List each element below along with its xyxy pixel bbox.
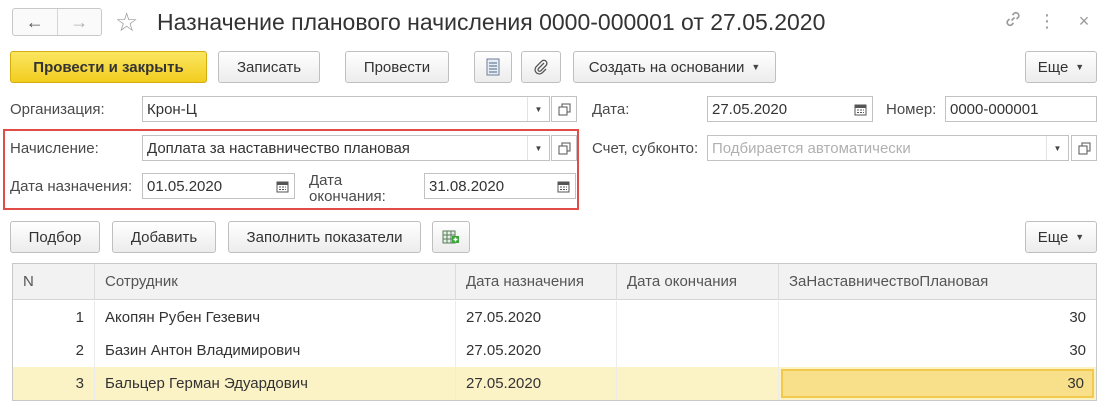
dropdown-arrow-icon[interactable]: ▼ xyxy=(527,97,549,121)
row-number: 3 xyxy=(13,367,95,400)
forward-button[interactable]: → xyxy=(56,9,102,35)
post-button[interactable]: Провести xyxy=(345,51,449,83)
create-based-on-label: Создать на основании xyxy=(588,58,745,76)
start-date-cell[interactable]: 27.05.2020 xyxy=(456,301,617,334)
document-list-icon xyxy=(486,58,500,76)
start-date-cell[interactable]: 27.05.2020 xyxy=(456,334,617,367)
table-row[interactable]: 1 Акопян Рубен Гезевич 27.05.2020 30 xyxy=(13,301,1096,334)
employee-cell[interactable]: Акопян Рубен Гезевич xyxy=(95,301,456,334)
open-organization-button[interactable] xyxy=(551,96,577,122)
employees-table: N Сотрудник Дата назначения Дата окончан… xyxy=(12,263,1097,401)
start-date-label: Дата назначения: xyxy=(10,178,133,195)
row-number: 2 xyxy=(13,334,95,367)
dropdown-arrow-icon[interactable]: ▼ xyxy=(1046,136,1068,160)
table-more-button[interactable]: Еще ▼ xyxy=(1025,221,1097,253)
attach-button[interactable] xyxy=(521,51,561,83)
page-title: Назначение планового начисления 0000-000… xyxy=(157,9,826,35)
more-button[interactable]: Еще ▼ xyxy=(1025,51,1097,83)
start-date-cell[interactable]: 27.05.2020 xyxy=(456,367,617,400)
end-date-label-line2: окончания: xyxy=(309,188,386,205)
column-header-start-date[interactable]: Дата назначения xyxy=(456,264,617,299)
end-date-field[interactable]: 31.08.2020 xyxy=(424,173,576,199)
chevron-down-icon: ▼ xyxy=(1075,232,1085,242)
calendar-icon[interactable] xyxy=(848,97,872,121)
start-date-field[interactable]: 01.05.2020 xyxy=(142,173,295,199)
end-date-label-line1: Дата xyxy=(309,172,343,189)
account-placeholder: Подбирается автоматически xyxy=(712,139,911,157)
create-based-on-button[interactable]: Создать на основании ▼ xyxy=(573,51,776,83)
table-add-icon xyxy=(442,230,459,244)
table-row-selected[interactable]: 3 Бальцер Герман Эдуардович 27.05.2020 3… xyxy=(13,367,1096,400)
number-label: Номер: xyxy=(886,101,937,118)
close-icon[interactable]: × xyxy=(1073,10,1095,32)
employee-cell[interactable]: Бальцер Герман Эдуардович xyxy=(95,367,456,400)
chevron-down-icon: ▼ xyxy=(751,62,761,72)
column-header-n[interactable]: N xyxy=(13,264,95,299)
start-date-value: 01.05.2020 xyxy=(147,177,223,195)
account-field[interactable]: Подбирается автоматически ▼ xyxy=(707,135,1069,161)
end-date-cell[interactable] xyxy=(617,301,779,334)
table-row[interactable]: 2 Базин Антон Владимирович 27.05.2020 30 xyxy=(13,334,1096,367)
calendar-icon[interactable] xyxy=(551,174,575,198)
account-label: Счет, субконто: xyxy=(592,140,699,157)
number-value: 0000-000001 xyxy=(950,100,1039,118)
arrow-right-icon: → xyxy=(70,11,89,32)
table-header: N Сотрудник Дата назначения Дата окончан… xyxy=(13,264,1096,300)
back-button[interactable]: ← xyxy=(13,9,57,35)
save-button[interactable]: Записать xyxy=(218,51,320,83)
accrual-label: Начисление: xyxy=(10,140,99,157)
open-window-icon xyxy=(558,103,570,115)
table-more-label: Еще xyxy=(1037,228,1069,246)
row-number: 1 xyxy=(13,301,95,334)
accrual-field[interactable]: Доплата за наставничество плановая ▼ xyxy=(142,135,550,161)
column-header-mentoring[interactable]: ЗаНаставничествоПлановая xyxy=(779,264,1096,299)
end-date-label: Дата окончания: xyxy=(309,173,386,205)
more-label: Еще xyxy=(1037,58,1069,76)
end-date-cell[interactable] xyxy=(617,367,779,400)
mentoring-value-cell-active[interactable]: 30 xyxy=(779,367,1096,400)
arrow-left-icon: ← xyxy=(25,11,44,32)
number-field[interactable]: 0000-000001 xyxy=(945,96,1097,122)
chevron-down-icon: ▼ xyxy=(1075,62,1085,72)
favorite-star-icon[interactable]: ☆ xyxy=(115,8,138,36)
paperclip-icon xyxy=(534,59,548,75)
date-label: Дата: xyxy=(592,101,630,118)
date-value: 27.05.2020 xyxy=(712,100,788,118)
end-date-value: 31.08.2020 xyxy=(429,177,505,195)
organization-label: Организация: xyxy=(10,101,105,118)
post-and-close-button[interactable]: Провести и закрыть xyxy=(10,51,207,83)
employee-cell[interactable]: Базин Антон Владимирович xyxy=(95,334,456,367)
add-button[interactable]: Добавить xyxy=(112,221,216,253)
end-date-cell[interactable] xyxy=(617,334,779,367)
column-header-employee[interactable]: Сотрудник xyxy=(95,264,456,299)
open-window-icon xyxy=(1078,142,1090,154)
mentoring-value-cell[interactable]: 30 xyxy=(779,301,1096,334)
column-header-end-date[interactable]: Дата окончания xyxy=(617,264,779,299)
accrual-value: Доплата за наставничество плановая xyxy=(147,139,410,157)
active-cell-editor[interactable]: 30 xyxy=(781,369,1094,398)
open-accrual-button[interactable] xyxy=(551,135,577,161)
calendar-icon[interactable] xyxy=(270,174,294,198)
date-field[interactable]: 27.05.2020 xyxy=(707,96,873,122)
pick-button[interactable]: Подбор xyxy=(10,221,100,253)
organization-value: Крон-Ц xyxy=(147,100,197,118)
dropdown-arrow-icon[interactable]: ▼ xyxy=(527,136,549,160)
mentoring-value-cell[interactable]: 30 xyxy=(779,334,1096,367)
open-account-button[interactable] xyxy=(1071,135,1097,161)
link-icon[interactable] xyxy=(1002,10,1024,33)
more-vertical-icon[interactable]: ⋮ xyxy=(1036,10,1058,32)
organization-field[interactable]: Крон-Ц ▼ xyxy=(142,96,550,122)
open-window-icon xyxy=(558,142,570,154)
fill-indicators-button[interactable]: Заполнить показатели xyxy=(228,221,421,253)
table-settings-button[interactable] xyxy=(432,221,470,253)
report-button[interactable] xyxy=(474,51,512,83)
navigation-buttons: ← → xyxy=(12,8,102,36)
